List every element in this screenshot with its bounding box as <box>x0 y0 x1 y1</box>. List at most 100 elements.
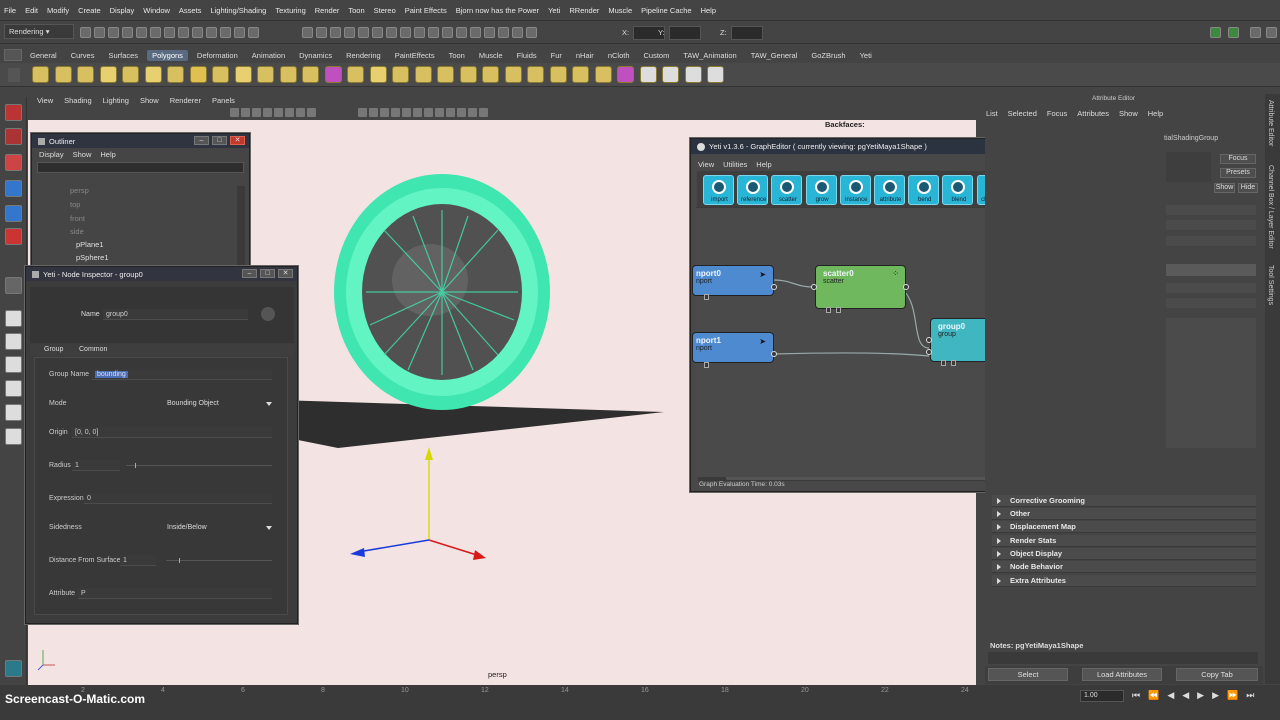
shelf-options-icon[interactable] <box>8 68 20 82</box>
status-tool-icon[interactable] <box>414 27 425 38</box>
viewport-toolbar-icon[interactable] <box>479 108 488 117</box>
maximize-button[interactable]: □ <box>260 269 275 278</box>
polygon-tool-icon[interactable] <box>527 66 544 83</box>
polygon-tool-icon[interactable] <box>189 66 207 83</box>
shelf-tab-fur[interactable]: Fur <box>551 51 562 60</box>
section-corrective-grooming[interactable]: Corrective Grooming <box>992 495 1256 507</box>
status-tool-icon[interactable] <box>512 27 523 38</box>
shelf-tab-gozbrush[interactable]: GoZBrush <box>811 51 845 60</box>
shelf-tab-animation[interactable]: Animation <box>252 51 285 60</box>
status-tool-icon[interactable] <box>80 27 91 38</box>
ae-menu-list[interactable]: List <box>986 109 998 118</box>
copy-tab-button[interactable]: Copy Tab <box>1176 668 1258 681</box>
go-to-start-icon[interactable]: ⏮ <box>1132 690 1140 701</box>
polygon-tool-icon[interactable] <box>302 66 319 83</box>
shelf-tab-toon[interactable]: Toon <box>449 51 465 60</box>
status-tool-icon[interactable] <box>358 27 369 38</box>
show-manipulator-icon[interactable] <box>5 277 22 294</box>
node-import1-toggle[interactable] <box>704 362 709 368</box>
viewport-toolbar-icon[interactable] <box>296 108 305 117</box>
ae-menu-focus[interactable]: Focus <box>1047 109 1067 118</box>
rotate-tool-icon[interactable] <box>5 205 22 222</box>
yeti-grow-icon[interactable]: grow <box>805 175 837 205</box>
polygon-tool-icon[interactable] <box>639 66 657 83</box>
shelf-tab-ncloth[interactable]: nCloth <box>608 51 630 60</box>
minimize-button[interactable]: – <box>242 269 257 278</box>
distance-slider[interactable] <box>166 560 272 561</box>
status-tool-icon[interactable] <box>372 27 383 38</box>
polygon-tool-icon[interactable] <box>122 66 139 83</box>
yeti-logo-icon[interactable] <box>5 660 22 677</box>
polygon-tool-icon[interactable] <box>594 66 612 83</box>
section-object-display[interactable]: Object Display <box>992 548 1256 560</box>
status-tool-icon[interactable] <box>470 27 481 38</box>
node-group0-in-port-a[interactable] <box>926 337 932 343</box>
status-tool-icon[interactable] <box>122 27 133 38</box>
viewport-toolbar-icon[interactable] <box>380 108 389 117</box>
presets-button[interactable]: Presets <box>1220 168 1256 178</box>
polygon-tool-icon[interactable] <box>234 66 252 83</box>
menu-create[interactable]: Create <box>78 6 101 15</box>
section-displacement-map[interactable]: Displacement Map <box>992 521 1256 533</box>
status-tool-icon[interactable] <box>150 27 161 38</box>
shelf-tab-polygons[interactable]: Polygons <box>147 49 188 61</box>
lasso-tool-icon[interactable] <box>5 128 22 145</box>
node-import1-out-port[interactable] <box>771 351 777 357</box>
panel-toggle-icon[interactable] <box>1250 27 1261 38</box>
viewport-toolbar-icon[interactable] <box>230 108 239 117</box>
layout-single-icon[interactable] <box>5 310 22 327</box>
viewport-toolbar-icon[interactable] <box>307 108 316 117</box>
step-back-icon[interactable]: ◀ <box>1167 690 1174 701</box>
menu-render[interactable]: Render <box>315 6 340 15</box>
distance-slider-handle[interactable] <box>179 558 180 563</box>
menu-stereo[interactable]: Stereo <box>374 6 396 15</box>
shelf-tab-taw-general[interactable]: TAW_General <box>751 51 798 60</box>
node-scatter0-toggle-b[interactable] <box>836 307 841 313</box>
manipulator-gizmo[interactable] <box>350 447 486 560</box>
shelf-tab-curves[interactable]: Curves <box>71 51 95 60</box>
polygon-tool-icon[interactable] <box>369 66 387 83</box>
node-group0-toggle-a[interactable] <box>941 360 946 366</box>
status-tool-icon[interactable] <box>220 27 231 38</box>
play-forward-icon[interactable]: ▶ <box>1197 690 1204 701</box>
menu-texturing[interactable]: Texturing <box>275 6 305 15</box>
shelf-menu-icon[interactable] <box>4 49 22 61</box>
outliner-menu-help[interactable]: Help <box>100 150 115 159</box>
section-render-stats[interactable]: Render Stats <box>992 535 1256 547</box>
outliner-filter-input[interactable] <box>37 162 244 173</box>
radius-input[interactable]: 1 <box>72 460 120 471</box>
side-tab-tool-settings[interactable]: Tool Settings <box>1267 265 1274 305</box>
status-tool-icon[interactable] <box>456 27 467 38</box>
expression-input[interactable]: 0 <box>84 493 272 504</box>
status-tool-icon[interactable] <box>400 27 411 38</box>
sidedness-select[interactable]: Inside/Below <box>167 522 272 533</box>
status-tool-icon[interactable] <box>428 27 439 38</box>
status-tool-icon[interactable] <box>302 27 313 38</box>
node-scatter0-out-port[interactable] <box>903 284 909 290</box>
yeti-instance-icon[interactable]: instance <box>839 175 871 205</box>
node-group0-in-port-b[interactable] <box>926 349 932 355</box>
viewport-menu-shading[interactable]: Shading <box>64 96 92 105</box>
viewport-toolbar-icon[interactable] <box>391 108 400 117</box>
menu-yeti[interactable]: Yeti <box>548 6 560 15</box>
outliner-item[interactable]: front <box>70 214 85 223</box>
yeti-attribute-icon[interactable]: attribute <box>874 175 905 205</box>
polygon-tool-icon[interactable] <box>504 66 522 83</box>
viewport-toolbar-icon[interactable] <box>424 108 433 117</box>
load-attributes-button[interactable]: Load Attributes <box>1082 668 1162 681</box>
polygon-tool-icon[interactable] <box>707 66 724 83</box>
layout-four-icon[interactable] <box>5 333 22 350</box>
graph-menu-view[interactable]: View <box>698 160 714 169</box>
viewport-menu-show[interactable]: Show <box>140 96 159 105</box>
viewport-toolbar-icon[interactable] <box>241 108 250 117</box>
menu-edit[interactable]: Edit <box>25 6 38 15</box>
menu-rrender[interactable]: RRender <box>569 6 599 15</box>
paint-select-icon[interactable] <box>5 154 22 171</box>
graph-menu-utilities[interactable]: Utilities <box>723 160 747 169</box>
select-button[interactable]: Select <box>988 668 1068 681</box>
polygon-tool-icon[interactable] <box>684 66 702 83</box>
polygon-tool-icon[interactable] <box>32 66 49 83</box>
origin-input[interactable]: [0, 0, 0] <box>72 427 272 438</box>
radius-slider[interactable] <box>126 465 272 466</box>
node-import0[interactable]: nport0 nport ➤ <box>692 265 774 296</box>
